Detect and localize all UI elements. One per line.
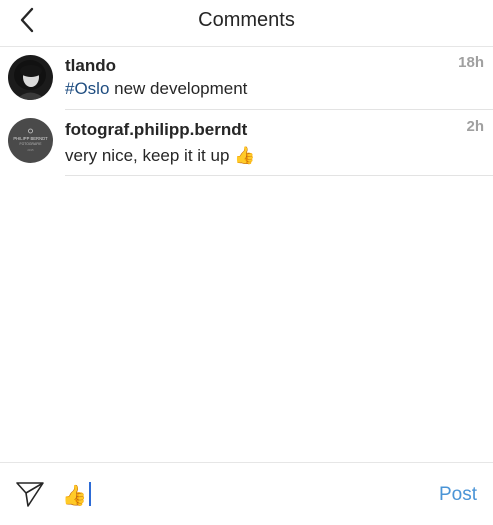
header-bar: Comments bbox=[0, 0, 493, 47]
avatar-logo-line3: 2015 bbox=[27, 148, 34, 152]
hashtag-link[interactable]: #Oslo bbox=[65, 79, 109, 98]
post-button[interactable]: Post bbox=[439, 484, 477, 506]
avatar-logo-line1: PHILIPP BERNDT bbox=[13, 136, 48, 141]
comment-timestamp: 18h bbox=[458, 54, 484, 71]
avatar-logo-line2: FOTOGRAFIE bbox=[20, 142, 43, 146]
comment-username[interactable]: fotograf.philipp.berndt bbox=[65, 120, 247, 140]
comment-timestamp: 2h bbox=[466, 118, 484, 135]
comment-text: very nice, keep it it up 👍 bbox=[65, 146, 256, 165]
comment-item: tlando #Oslo new development 18h bbox=[0, 46, 493, 110]
logo-avatar: PHILIPP BERNDT FOTOGRAFIE 2015 bbox=[8, 118, 53, 163]
page-title: Comments bbox=[198, 9, 295, 31]
comment-composer: Post bbox=[0, 462, 493, 525]
send-button[interactable] bbox=[15, 480, 45, 508]
avatar[interactable]: PHILIPP BERNDT FOTOGRAFIE 2015 bbox=[8, 118, 53, 163]
send-icon bbox=[16, 482, 44, 507]
divider bbox=[65, 175, 493, 176]
avatar[interactable] bbox=[8, 55, 53, 100]
comment-item: PHILIPP BERNDT FOTOGRAFIE 2015 fotograf.… bbox=[0, 110, 493, 176]
portrait-avatar bbox=[8, 55, 53, 100]
comment-body: new development bbox=[109, 79, 248, 98]
comment-input[interactable] bbox=[60, 477, 404, 513]
text-cursor bbox=[89, 482, 91, 506]
comment-username[interactable]: tlando bbox=[65, 56, 116, 76]
comment-text: #Oslo new development bbox=[65, 79, 247, 99]
